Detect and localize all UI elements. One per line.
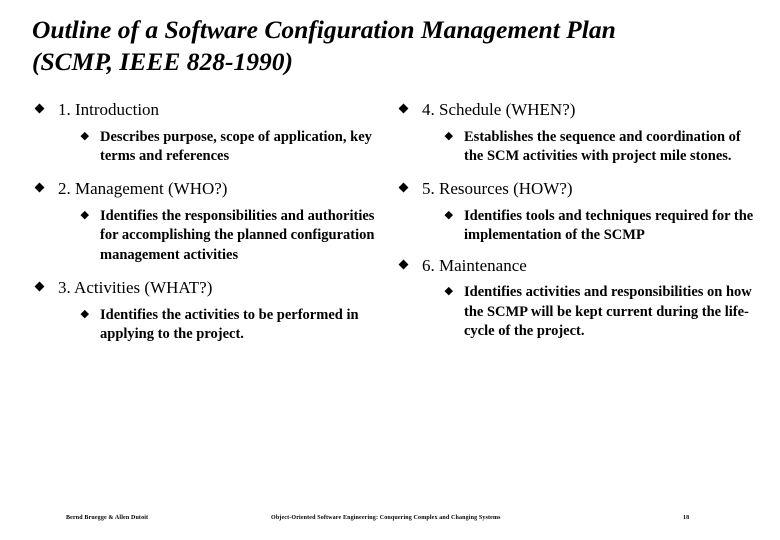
bullet-level1-introduction: 1. Introduction — [28, 100, 388, 121]
diamond-bullet-icon — [398, 103, 409, 114]
diamond-sub-bullet-icon — [444, 131, 453, 140]
bullet-level1-label: 2. Management (WHO?) — [58, 179, 228, 199]
bullet-level2-management-detail: Identifies the responsibilities and auth… — [78, 207, 388, 265]
bullet-level2-label: Describes purpose, scope of application,… — [100, 128, 372, 165]
left-column: 1. Introduction Describes purpose, scope… — [28, 100, 388, 344]
page-title-line-2: (SCMP, IEEE 828-1990) — [32, 47, 293, 77]
bullet-level1-resources: 5. Resources (HOW?) — [392, 179, 762, 200]
bullet-level1-label: 1. Introduction — [58, 100, 160, 119]
bullet-level1-maintenance: 6. Maintenance — [392, 256, 762, 277]
bullet-level2-label: Identifies activities and responsibiliti… — [464, 284, 752, 339]
slide-footer: Bernd Bruegge & Allen Dutoit Object-Orie… — [0, 514, 780, 530]
bullet-level2-label: Identifies the responsibilities and auth… — [100, 208, 375, 263]
bullet-level1-label: 5. Resources (HOW?) — [422, 179, 573, 199]
bullet-level2-introduction-detail: Describes purpose, scope of application,… — [78, 128, 388, 167]
bullet-level2-resources-detail: Identifies tools and techniques required… — [442, 207, 762, 246]
footer-author: Bernd Bruegge & Allen Dutoit — [66, 515, 149, 521]
bullet-level1-label: 4. Schedule (WHEN?) — [422, 100, 576, 119]
diamond-sub-bullet-icon — [80, 131, 89, 140]
right-column: 4. Schedule (WHEN?) Establishes the sequ… — [392, 100, 762, 341]
diamond-sub-bullet-icon — [80, 309, 89, 318]
page-title: Outline of a Software Configuration Mana… — [32, 14, 748, 78]
diamond-sub-bullet-icon — [444, 287, 453, 296]
bullet-level2-label: Identifies tools and techniques required… — [464, 208, 754, 244]
bullet-level1-management: 2. Management (WHO?) — [28, 179, 388, 200]
diamond-bullet-icon — [34, 103, 45, 114]
bullet-level2-label: Establishes the sequence and coordinatio… — [464, 128, 741, 165]
diamond-bullet-icon — [34, 281, 45, 292]
bullet-level2-activities-detail: Identifies the activities to be performe… — [78, 306, 388, 345]
bullet-level2-schedule-detail: Establishes the sequence and coordinatio… — [442, 128, 762, 167]
bullet-level1-schedule: 4. Schedule (WHEN?) — [392, 100, 762, 121]
diamond-bullet-icon — [34, 182, 45, 193]
bullet-level1-label: 3. Activities (WHAT?) — [58, 277, 213, 297]
footer-book-title: Object-Oriented Software Engineering: Co… — [271, 515, 501, 521]
bullet-level2-maintenance-detail: Identifies activities and responsibiliti… — [442, 283, 762, 341]
bullet-level1-activities: 3. Activities (WHAT?) — [28, 278, 388, 299]
diamond-bullet-icon — [398, 259, 409, 270]
footer-page-number: 18 — [683, 515, 690, 521]
bullet-level2-label: Identifies the activities to be performe… — [100, 306, 359, 342]
content-columns: 1. Introduction Describes purpose, scope… — [0, 100, 780, 430]
diamond-sub-bullet-icon — [80, 210, 89, 219]
diamond-sub-bullet-icon — [444, 210, 453, 219]
bullet-level1-label: 6. Maintenance — [422, 255, 527, 275]
diamond-bullet-icon — [398, 182, 409, 193]
page-title-line-1: Outline of a Software Configuration Mana… — [32, 15, 616, 44]
slide-canvas: Outline of a Software Configuration Mana… — [0, 0, 780, 540]
